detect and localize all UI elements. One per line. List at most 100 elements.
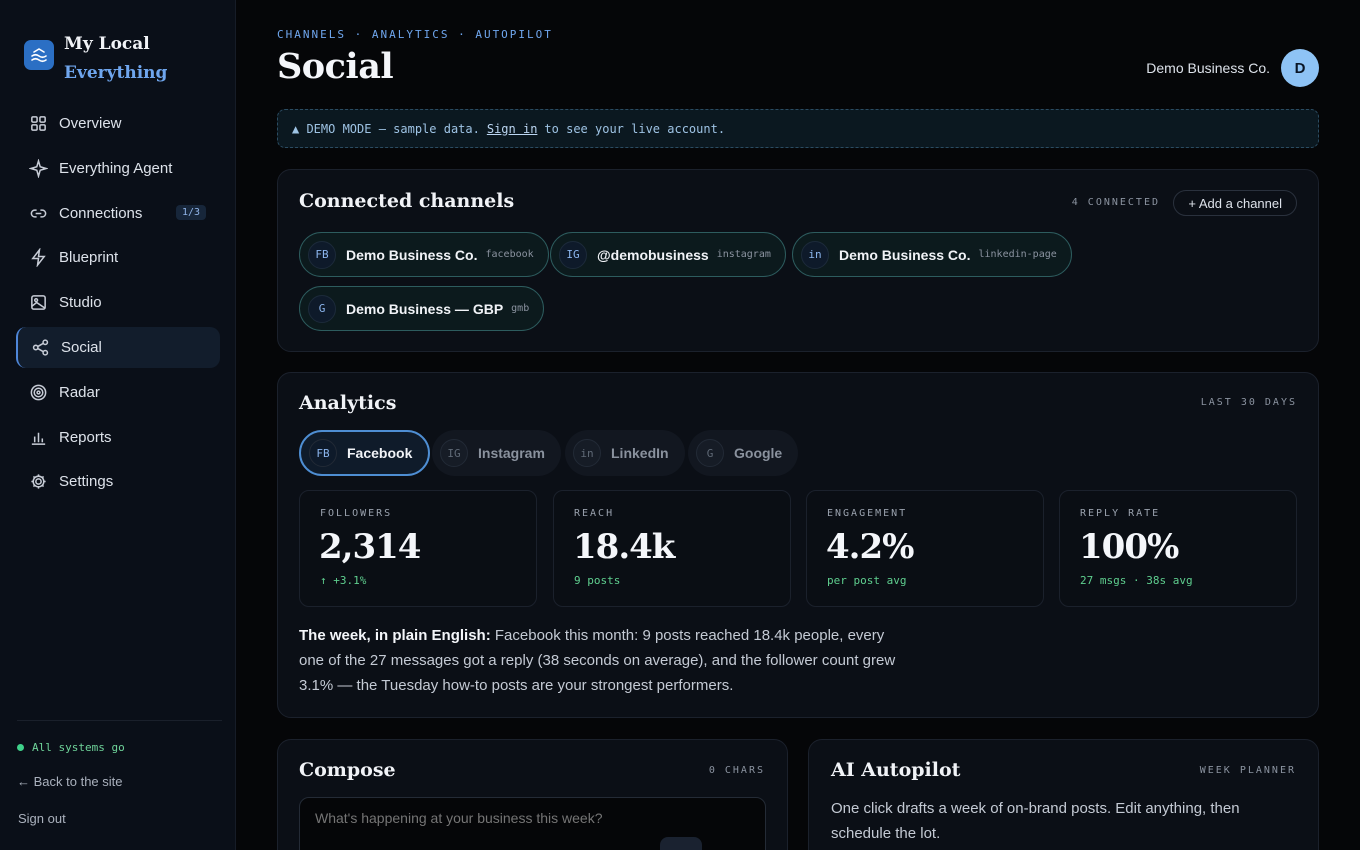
sidebar-item-overview[interactable]: Overview bbox=[16, 103, 220, 144]
channel-name: @demobusiness bbox=[597, 246, 709, 263]
sidebar-item-label: Overview bbox=[59, 115, 122, 132]
stat-label: FOLLOWERS bbox=[320, 508, 393, 519]
account-menu[interactable]: Demo Business Co. D bbox=[1146, 49, 1319, 87]
tab-instagram[interactable]: IG Instagram bbox=[432, 430, 561, 476]
compose-attach-button[interactable] bbox=[660, 837, 702, 850]
channel-chip-linkedin[interactable]: in Demo Business Co. linkedin-page bbox=[792, 232, 1072, 277]
brand-name-line2: Everything bbox=[64, 63, 168, 83]
sidebar-item-label: Studio bbox=[59, 294, 102, 312]
stat-reply-rate: REPLY RATE 100% 27 msgs · 38s avg bbox=[1059, 490, 1297, 607]
sparkle-icon bbox=[29, 158, 48, 178]
back-to-site-link[interactable]: ← Back to the site bbox=[17, 774, 123, 789]
demo-mode-banner: ▲ DEMO MODE — sample data. Sign in to se… bbox=[277, 109, 1319, 148]
avatar[interactable]: D bbox=[1281, 49, 1319, 87]
stat-engagement: ENGAGEMENT 4.2% per post avg bbox=[806, 490, 1044, 607]
channel-name: Demo Business — GBP bbox=[346, 300, 504, 317]
linkedin-icon: in bbox=[801, 240, 829, 269]
sidebar-item-label: Blueprint bbox=[59, 249, 119, 267]
stat-sub: ↑ +3.1% bbox=[320, 574, 367, 587]
page-eyebrow: CHANNELS · ANALYTICS · AUTOPILOT bbox=[277, 28, 553, 41]
stat-value: 18.4k bbox=[573, 527, 675, 567]
facebook-icon: FB bbox=[309, 439, 337, 467]
sidebar-nav: Overview Everything Agent Connections 1/… bbox=[16, 103, 220, 506]
grid-icon bbox=[31, 116, 46, 131]
analytics-range: LAST 30 DAYS bbox=[1200, 397, 1297, 408]
stat-reach: REACH 18.4k 9 posts bbox=[553, 490, 791, 607]
tab-linkedin[interactable]: in LinkedIn bbox=[565, 430, 685, 476]
stat-value: 2,314 bbox=[319, 527, 421, 567]
tab-google[interactable]: G Google bbox=[688, 430, 799, 476]
image-icon bbox=[31, 295, 46, 311]
sidebar-item-studio[interactable]: Studio bbox=[16, 282, 220, 323]
sidebar: My Local Everything Overview Everything … bbox=[0, 0, 236, 850]
channel-name: Demo Business Co. bbox=[839, 246, 971, 263]
channel-type: gmb bbox=[511, 303, 530, 314]
stat-label: ENGAGEMENT bbox=[827, 508, 908, 519]
connected-count: 4 CONNECTED bbox=[1071, 197, 1160, 208]
channel-type: linkedin-page bbox=[978, 249, 1057, 260]
compose-card: Compose 0 CHARS bbox=[277, 739, 788, 850]
stat-followers: FOLLOWERS 2,314 ↑ +3.1% bbox=[299, 490, 537, 607]
demo-banner-suffix: to see your live account. bbox=[544, 121, 726, 136]
sign-out-link[interactable]: Sign out bbox=[18, 811, 66, 826]
sidebar-item-label: Connections bbox=[59, 204, 143, 222]
sidebar-item-settings[interactable]: Settings bbox=[16, 461, 220, 502]
sign-in-link[interactable]: Sign in bbox=[487, 122, 538, 136]
compose-title: Compose bbox=[299, 759, 396, 781]
stat-label: REACH bbox=[574, 508, 615, 519]
share-icon bbox=[32, 339, 49, 356]
tab-label: Facebook bbox=[347, 445, 413, 461]
sidebar-item-reports[interactable]: Reports bbox=[16, 417, 220, 458]
weekly-summary: The week, in plain English: Facebook thi… bbox=[299, 623, 909, 698]
system-status-text: All systems go bbox=[32, 741, 125, 754]
brand-logo-icon bbox=[24, 40, 54, 70]
autopilot-title: AI Autopilot bbox=[831, 759, 961, 781]
sidebar-item-social[interactable]: Social bbox=[16, 326, 220, 368]
stat-value: 100% bbox=[1079, 527, 1179, 567]
bolt-icon bbox=[31, 248, 46, 268]
sidebar-item-radar[interactable]: Radar bbox=[16, 372, 220, 413]
status-dot-icon bbox=[17, 744, 24, 751]
stat-sub: 27 msgs · 38s avg bbox=[1080, 574, 1193, 587]
stat-sub: 9 posts bbox=[574, 574, 621, 587]
tab-label: LinkedIn bbox=[611, 445, 669, 461]
brand-name-line1: My Local bbox=[64, 34, 150, 54]
tab-label: Instagram bbox=[478, 445, 545, 461]
instagram-icon: IG bbox=[440, 439, 468, 467]
stat-value: 4.2% bbox=[826, 527, 914, 567]
channel-type: instagram bbox=[716, 249, 771, 260]
page-title: Social bbox=[277, 46, 394, 87]
channel-chip-google[interactable]: G Demo Business — GBP gmb bbox=[299, 286, 545, 331]
sidebar-item-blueprint[interactable]: Blueprint bbox=[16, 237, 220, 278]
summary-lead: The week, in plain English: bbox=[299, 627, 491, 644]
facebook-icon: FB bbox=[308, 240, 336, 269]
sidebar-item-label: Radar bbox=[59, 383, 100, 401]
demo-banner-prefix: ▲ DEMO MODE — sample data. bbox=[292, 121, 480, 136]
autopilot-description: One click drafts a week of on-brand post… bbox=[831, 800, 1240, 842]
sidebar-item-everything-agent[interactable]: Everything Agent bbox=[16, 148, 220, 189]
analytics-card: Analytics LAST 30 DAYS FB Facebook IG In… bbox=[277, 372, 1319, 718]
sidebar-item-connections[interactable]: Connections 1/3 bbox=[16, 193, 220, 234]
system-status: All systems go bbox=[17, 741, 125, 754]
channel-chip-instagram[interactable]: IG @demobusiness instagram bbox=[550, 232, 786, 277]
link-icon bbox=[30, 209, 47, 218]
channel-type: facebook bbox=[485, 249, 534, 260]
channel-chip-facebook[interactable]: FB Demo Business Co. facebook bbox=[299, 232, 549, 277]
add-channel-button[interactable]: + Add a channel bbox=[1173, 190, 1297, 216]
brand[interactable]: My Local Everything bbox=[24, 30, 167, 88]
google-icon: G bbox=[696, 439, 724, 467]
sidebar-item-label: Reports bbox=[59, 428, 112, 446]
radar-icon bbox=[30, 384, 47, 401]
channel-name: Demo Business Co. bbox=[346, 246, 478, 263]
sidebar-item-label: Social bbox=[61, 338, 102, 356]
linkedin-icon: in bbox=[573, 439, 601, 467]
ai-autopilot-card: AI Autopilot WEEK PLANNER One click draf… bbox=[808, 739, 1319, 850]
sidebar-item-label: Settings bbox=[59, 473, 114, 491]
tab-facebook[interactable]: FB Facebook bbox=[299, 430, 431, 476]
app: My Local Everything Overview Everything … bbox=[0, 0, 1360, 850]
compose-char-count: 0 CHARS bbox=[708, 765, 765, 776]
sidebar-footer: All systems go ← Back to the site Sign o… bbox=[17, 720, 222, 826]
instagram-icon: IG bbox=[559, 240, 587, 269]
google-icon: G bbox=[308, 294, 336, 323]
stat-sub: per post avg bbox=[827, 574, 907, 587]
